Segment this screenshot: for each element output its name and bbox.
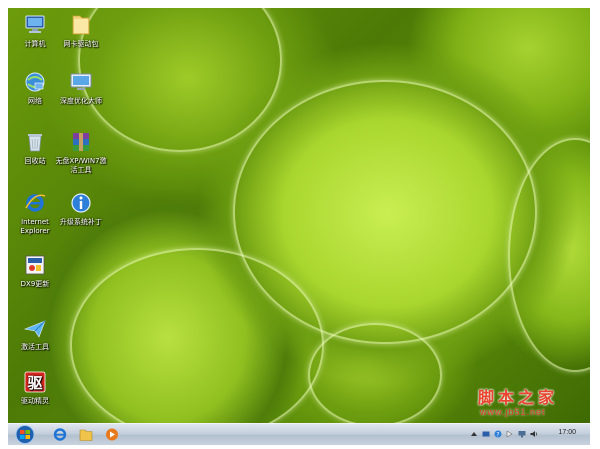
desktop-icon-label: 深度优化大师 [60,97,102,105]
wallpaper-leaf-rim [78,8,282,152]
taskbar-media-player-icon[interactable] [104,427,120,442]
desktop-icon-activation-tool[interactable]: 激活工具 [8,316,62,352]
system-tray: ? 17:00 [466,424,586,445]
tray-volume-icon[interactable] [530,430,538,438]
computer-icon [25,15,45,33]
watermark: 脚本之家 www.jb51.net [478,388,590,418]
tray-show-hidden-icon[interactable] [470,430,478,438]
start-button[interactable] [14,425,36,444]
watermark-url: www.jb51.net [480,407,546,417]
desktop-icon-driver-genius[interactable]: 驱 驱动精灵 [8,370,62,406]
svg-text:?: ? [496,431,499,438]
monitor-icon [70,73,92,90]
watermark-title: 脚本之家 [478,388,559,407]
tray-network-icon[interactable] [518,430,526,438]
desktop-icon-dx9-update[interactable]: DX9更新 [8,253,62,289]
recycle-bin-icon [28,134,42,152]
desktop-icon-label: 升级系统补丁 [60,218,102,226]
driver-genius-glyph: 驱 [27,374,42,392]
taskbar-ie-icon[interactable] [52,427,68,442]
driver-genius-icon: 驱 [24,371,46,393]
desktop-icon-label: 激活工具 [21,343,49,351]
taskbar: ? 17:00 [8,423,590,445]
desktop-icon-label: 无盘XP/WIN7激活工具 [55,157,107,174]
info-icon [71,193,91,213]
desktop-icon-nic-driver-folder[interactable]: 网卡驱动包 [54,13,108,49]
paper-plane-icon [23,320,46,338]
desktop: 计算机 网卡驱动包 网络 深度优化大师 回收站 无盘XP/WIN7激活工具 In… [8,8,590,423]
winrar-icon [73,133,89,151]
desktop-icon-label: 驱动精灵 [21,397,49,405]
network-icon [25,72,45,92]
tray-help-icon[interactable]: ? [494,430,502,438]
desktop-icon-label: 网卡驱动包 [63,40,99,48]
desktop-icon-optimizer[interactable]: 深度优化大师 [54,70,108,106]
tray-keyboard-icon[interactable] [482,430,490,438]
folder-icon [72,15,90,35]
taskbar-explorer-icon[interactable] [78,427,94,442]
desktop-icon-system-patch[interactable]: 升级系统补丁 [54,191,108,227]
dx-installer-icon [25,255,45,275]
taskbar-clock[interactable]: 17:00 [558,429,576,436]
desktop-icon-activation-archive[interactable]: 无盘XP/WIN7激活工具 [54,130,108,175]
desktop-icon-label: DX9更新 [20,280,50,288]
tray-action-center-icon[interactable] [506,430,514,438]
ie-icon [25,194,46,212]
wallpaper-leaf-rim [308,323,442,423]
